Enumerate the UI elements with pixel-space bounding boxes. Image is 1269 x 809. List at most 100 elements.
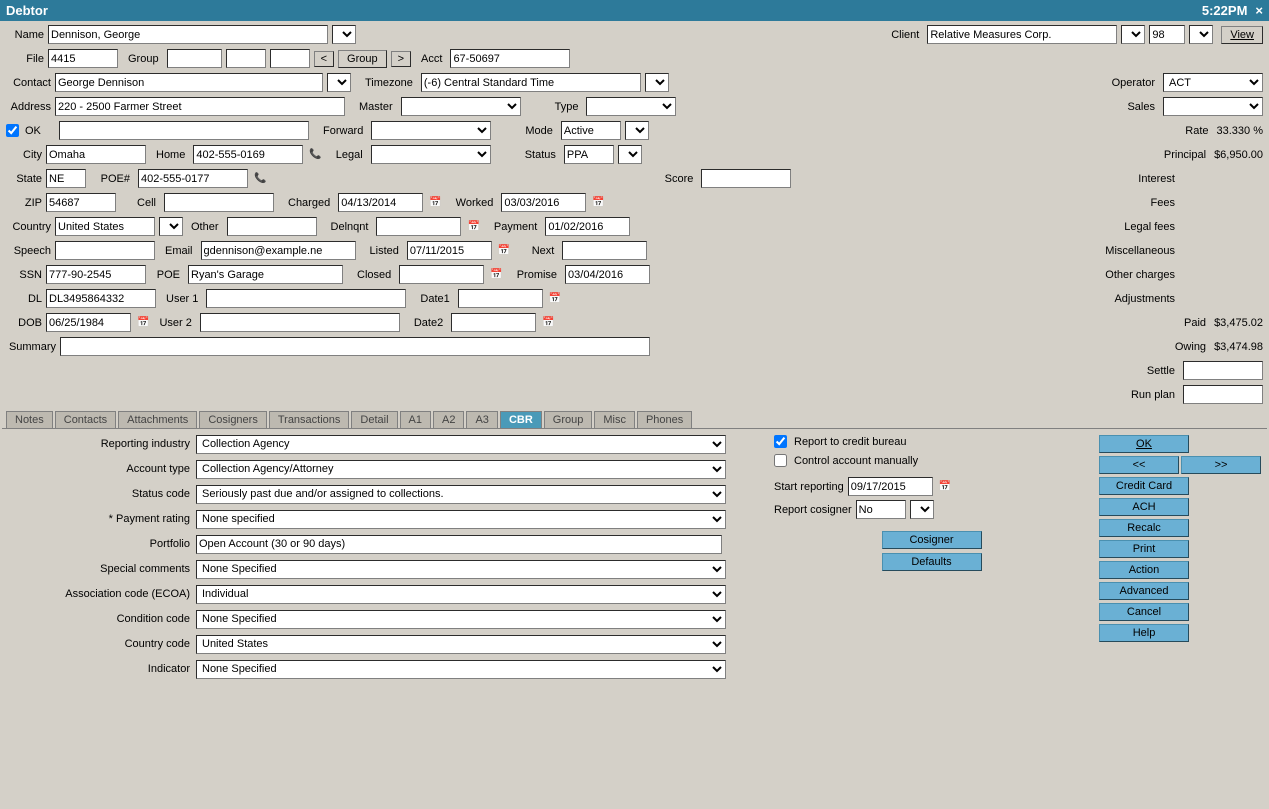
cal-icon-listed[interactable]: 📅	[498, 245, 510, 256]
cbr-association-code-select[interactable]: Individual	[196, 585, 726, 604]
forward-select[interactable]	[371, 121, 491, 140]
listed-input[interactable]	[407, 241, 492, 260]
client-input[interactable]	[927, 25, 1117, 44]
status-dropdown[interactable]: ▼	[618, 145, 642, 164]
nav-left-button[interactable]: <	[314, 51, 334, 67]
cbr-payment-rating-select[interactable]: None specified	[196, 510, 726, 529]
file-input[interactable]	[48, 49, 118, 68]
cal-icon-start-reporting[interactable]: 📅	[939, 481, 951, 492]
cbr-status-code-select[interactable]: Seriously past due and/or assigned to co…	[196, 485, 726, 504]
phone-icon-poe[interactable]: 📞	[254, 173, 266, 184]
poe-input[interactable]	[188, 265, 343, 284]
cbr-condition-code-select[interactable]: None Specified	[196, 610, 726, 629]
charged-input[interactable]	[338, 193, 423, 212]
score-input[interactable]	[701, 169, 791, 188]
user1-input[interactable]	[206, 289, 406, 308]
ok-button[interactable]: OK	[1099, 435, 1189, 453]
promise-input[interactable]	[565, 265, 650, 284]
tab-phones[interactable]: Phones	[637, 411, 692, 428]
state-input[interactable]	[46, 169, 86, 188]
poe-hash-input[interactable]	[138, 169, 248, 188]
help-button[interactable]: Help	[1099, 624, 1189, 642]
control-account-manually-checkbox[interactable]	[774, 454, 787, 467]
mode-dropdown[interactable]: ▼	[625, 121, 649, 140]
name-input[interactable]	[48, 25, 328, 44]
home-input[interactable]	[193, 145, 303, 164]
prev-button[interactable]: <<	[1099, 456, 1179, 474]
tab-detail[interactable]: Detail	[351, 411, 397, 428]
speech-input[interactable]	[55, 241, 155, 260]
contact-input[interactable]	[55, 73, 323, 92]
address-input[interactable]	[55, 97, 345, 116]
group-input[interactable]	[167, 49, 222, 68]
country-dropdown[interactable]: ▼	[159, 217, 183, 236]
ok-checkbox[interactable]	[6, 124, 19, 137]
group-input3[interactable]	[270, 49, 310, 68]
view-button[interactable]: View	[1221, 26, 1263, 44]
cal-icon-date1[interactable]: 📅	[549, 293, 561, 304]
close-button[interactable]: ×	[1255, 3, 1263, 18]
legal-select[interactable]	[371, 145, 491, 164]
cal-icon-dob[interactable]: 📅	[137, 317, 149, 328]
cell-input[interactable]	[164, 193, 274, 212]
cbr-start-reporting-input[interactable]	[848, 477, 933, 496]
tab-group[interactable]: Group	[544, 411, 593, 428]
email-input[interactable]	[201, 241, 356, 260]
cal-icon-delnqnt[interactable]: 📅	[467, 221, 479, 232]
tab-notes[interactable]: Notes	[6, 411, 53, 428]
closed-input[interactable]	[399, 265, 484, 284]
cbr-portfolio-field[interactable]	[196, 535, 722, 554]
user2-input[interactable]	[200, 313, 400, 332]
ok-input[interactable]	[59, 121, 309, 140]
cbr-country-code-select[interactable]: United States	[196, 635, 726, 654]
payment-input[interactable]	[545, 217, 630, 236]
phone-icon-home[interactable]: 📞	[309, 149, 321, 160]
client-code-dropdown[interactable]: ▼	[1189, 25, 1213, 44]
dob-input[interactable]	[46, 313, 131, 332]
cbr-account-type-select[interactable]: Collection Agency/Attorney	[196, 460, 726, 479]
mode-input[interactable]	[561, 121, 621, 140]
cal-icon-closed[interactable]: 📅	[490, 269, 502, 280]
date2-input[interactable]	[451, 313, 536, 332]
acct-input[interactable]	[450, 49, 570, 68]
delnqnt-input[interactable]	[376, 217, 461, 236]
tab-cbr[interactable]: CBR	[500, 411, 542, 428]
worked-input[interactable]	[501, 193, 586, 212]
operator-select[interactable]: ACT	[1163, 73, 1263, 92]
cbr-report-cosigner-dropdown[interactable]: ▼	[910, 500, 934, 519]
tab-cosigners[interactable]: Cosigners	[199, 411, 267, 428]
nav-group-button[interactable]: Group	[338, 50, 387, 68]
type-select[interactable]	[586, 97, 676, 116]
cal-icon-date2[interactable]: 📅	[542, 317, 554, 328]
name-dropdown[interactable]: ▼	[332, 25, 356, 44]
tab-a3[interactable]: A3	[466, 411, 497, 428]
tab-transactions[interactable]: Transactions	[269, 411, 350, 428]
cancel-button[interactable]: Cancel	[1099, 603, 1189, 621]
city-input[interactable]	[46, 145, 146, 164]
action-button[interactable]: Action	[1099, 561, 1189, 579]
status-input[interactable]	[564, 145, 614, 164]
tab-attachments[interactable]: Attachments	[118, 411, 197, 428]
defaults-button[interactable]: Defaults	[882, 553, 982, 571]
settle-input[interactable]	[1183, 361, 1263, 380]
recalc-button[interactable]: Recalc	[1099, 519, 1189, 537]
group-input2[interactable]	[226, 49, 266, 68]
next-input[interactable]	[562, 241, 647, 260]
cbr-special-comments-select[interactable]: None Specified	[196, 560, 726, 579]
tab-a1[interactable]: A1	[400, 411, 431, 428]
tab-a2[interactable]: A2	[433, 411, 464, 428]
tab-contacts[interactable]: Contacts	[55, 411, 116, 428]
ach-button[interactable]: ACH	[1099, 498, 1189, 516]
advanced-button[interactable]: Advanced	[1099, 582, 1189, 600]
next-button[interactable]: >>	[1181, 456, 1261, 474]
dl-input[interactable]	[46, 289, 156, 308]
cbr-indicator-select[interactable]: None Specified	[196, 660, 726, 679]
nav-right-button[interactable]: >	[391, 51, 411, 67]
client-code-input[interactable]	[1149, 25, 1185, 44]
master-select[interactable]	[401, 97, 521, 116]
print-button[interactable]: Print	[1099, 540, 1189, 558]
zip-input[interactable]	[46, 193, 116, 212]
credit-card-button[interactable]: Credit Card	[1099, 477, 1189, 495]
cosigner-button[interactable]: Cosigner	[882, 531, 982, 549]
other-input[interactable]	[227, 217, 317, 236]
